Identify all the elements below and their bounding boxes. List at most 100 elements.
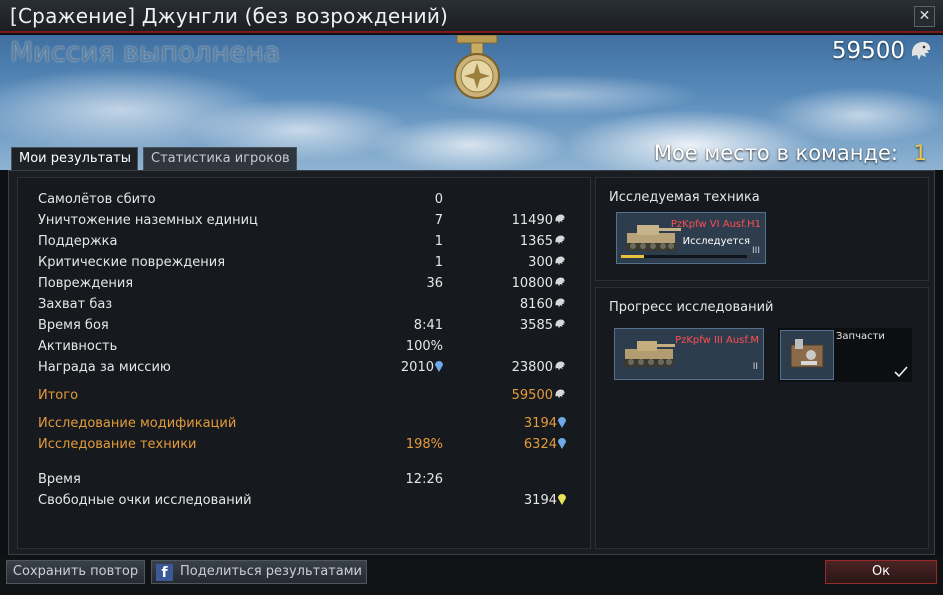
- progress-vehicle-card[interactable]: PzKpfw III Ausf.M II: [614, 328, 764, 380]
- silver-lion-icon: [555, 361, 565, 371]
- researched-vehicle-title: Исследуемая техника: [609, 190, 760, 205]
- silver-lion-icon: [555, 298, 565, 308]
- stat-row: Захват баз 8160: [30, 294, 580, 315]
- research-vehicle-percent: 198%: [405, 437, 443, 452]
- stat-label: Повреждения: [38, 276, 134, 291]
- vehicle-status: Исследуется: [682, 236, 750, 247]
- free-rp-row: Свободные очки исследований 3194: [30, 490, 580, 511]
- time-row: Время 12:26: [30, 469, 580, 490]
- researched-vehicle-panel: Исследуемая техника PzKpfw VI Ausf.H1 Ис…: [595, 177, 929, 281]
- save-replay-button[interactable]: Сохранить повтор: [6, 560, 145, 584]
- facebook-icon: f: [156, 564, 173, 581]
- stat-label: Захват баз: [38, 297, 113, 312]
- free-rp-value: 3194: [466, 490, 566, 511]
- share-results-label: Поделиться результатами: [180, 564, 362, 579]
- free-research-point-icon: [558, 494, 566, 505]
- research-progress-title: Прогресс исследований: [609, 300, 774, 315]
- stat-reward: 10800: [466, 273, 566, 294]
- stat-reward: 8160: [466, 294, 566, 315]
- check-icon: [894, 366, 908, 378]
- stat-count: 2010: [363, 357, 443, 378]
- research-vehicle-row: Исследование техники 198% 6324: [30, 434, 580, 455]
- title-bar: [Сражение] Джунгли (без возрождений) ✕: [0, 0, 943, 33]
- stat-row: Уничтожение наземных единиц 7 11490: [30, 210, 580, 231]
- research-vehicle-label: Исследование техники: [38, 437, 197, 452]
- stat-label: Критические повреждения: [38, 255, 226, 270]
- close-button[interactable]: ✕: [914, 6, 935, 27]
- stat-label: Самолётов сбито: [38, 192, 156, 207]
- silver-lion-icon: [555, 235, 565, 245]
- stat-label: Активность: [38, 339, 118, 354]
- silver-lion-icon: [555, 319, 565, 329]
- stat-row: Самолётов сбито 0: [30, 189, 580, 210]
- silver-lion-icon: [555, 389, 565, 399]
- team-place-value: 1: [913, 141, 927, 165]
- tab-my-results[interactable]: Мои результаты: [11, 147, 138, 171]
- tab-player-stats[interactable]: Статистика игроков: [143, 147, 297, 170]
- window-title: [Сражение] Джунгли (без возрождений): [10, 4, 449, 28]
- stat-count: 0: [434, 192, 443, 207]
- parts-label: Запчасти: [836, 331, 885, 342]
- total-reward-value: 59500: [466, 385, 566, 406]
- stat-count: 1: [434, 234, 443, 249]
- stat-reward: 3585: [466, 315, 566, 336]
- stat-row: Повреждения 36 10800: [30, 273, 580, 294]
- researched-vehicle-card[interactable]: PzKpfw VI Ausf.H1 Исследуется III: [616, 212, 766, 264]
- mission-banner: Миссия выполнена 59500 Мое место в коман…: [0, 35, 943, 170]
- stat-reward: 300: [466, 252, 566, 273]
- mission-result-title: Миссия выполнена: [10, 37, 281, 68]
- research-point-icon: [435, 361, 443, 372]
- silver-lion-icon: [555, 256, 565, 266]
- research-progress-fill: [621, 255, 644, 258]
- stat-row: Награда за миссию 2010 23800: [30, 357, 580, 378]
- parts-card[interactable]: Запчасти: [778, 328, 912, 382]
- stat-row: Время боя 8:41 3585: [30, 315, 580, 336]
- stat-row: Критические повреждения 1 300: [30, 252, 580, 273]
- footer: Сохранить повтор f Поделиться результата…: [0, 556, 943, 595]
- silver-lion-icon: [555, 277, 565, 287]
- stat-label: Поддержка: [38, 234, 118, 249]
- research-point-icon: [558, 417, 566, 428]
- time-value: 12:26: [405, 472, 443, 487]
- main-panel: Самолётов сбито 0 Уничтожение наземных е…: [8, 170, 935, 555]
- stat-label: Уничтожение наземных единиц: [38, 213, 258, 228]
- research-mods-label: Исследование модификаций: [38, 416, 237, 431]
- stat-count: 36: [426, 276, 443, 291]
- stats-panel: Самолётов сбито 0 Уничтожение наземных е…: [17, 177, 591, 549]
- wrench-icon: [790, 339, 824, 368]
- vehicle-name: PzKpfw III Ausf.M: [675, 335, 759, 346]
- vehicle-name: PzKpfw VI Ausf.H1: [670, 219, 761, 230]
- medal-icon: [454, 35, 500, 99]
- stat-label: Награда за миссию: [38, 360, 171, 375]
- vehicle-rank: II: [752, 362, 758, 372]
- share-results-button[interactable]: f Поделиться результатами: [151, 560, 367, 584]
- stat-row: Поддержка 1 1365: [30, 231, 580, 252]
- silver-lion-icon: [555, 214, 565, 224]
- vehicle-rank: III: [752, 246, 760, 256]
- time-label: Время: [38, 472, 81, 487]
- stat-reward: 11490: [466, 210, 566, 231]
- team-place-label: Мое место в команде:: [653, 141, 898, 165]
- research-progress-bar: [621, 255, 747, 258]
- stat-label: Время боя: [38, 318, 109, 333]
- silver-lion-icon: [912, 42, 931, 60]
- total-reward: 59500: [831, 38, 905, 64]
- stat-reward: 23800: [466, 357, 566, 378]
- stat-count: 100%: [405, 339, 443, 354]
- stat-count: 7: [434, 213, 443, 228]
- stat-count: 1: [434, 255, 443, 270]
- total-row: Итого 59500: [30, 385, 580, 406]
- stat-row: Активность 100%: [30, 336, 580, 357]
- research-vehicle-value: 6324: [466, 434, 566, 455]
- research-progress-panel: Прогресс исследований PzKpfw III Ausf.M …: [595, 287, 929, 549]
- free-rp-label: Свободные очки исследований: [38, 493, 252, 508]
- stat-count: 8:41: [413, 318, 443, 333]
- tank-icon: [623, 341, 675, 367]
- research-mods-row: Исследование модификаций 3194: [30, 413, 580, 434]
- research-mods-value: 3194: [466, 413, 566, 434]
- ok-button[interactable]: Ок: [825, 560, 937, 584]
- total-label: Итого: [38, 388, 79, 403]
- research-point-icon: [558, 438, 566, 449]
- parts-icon: [780, 330, 834, 380]
- stat-reward: 1365: [466, 231, 566, 252]
